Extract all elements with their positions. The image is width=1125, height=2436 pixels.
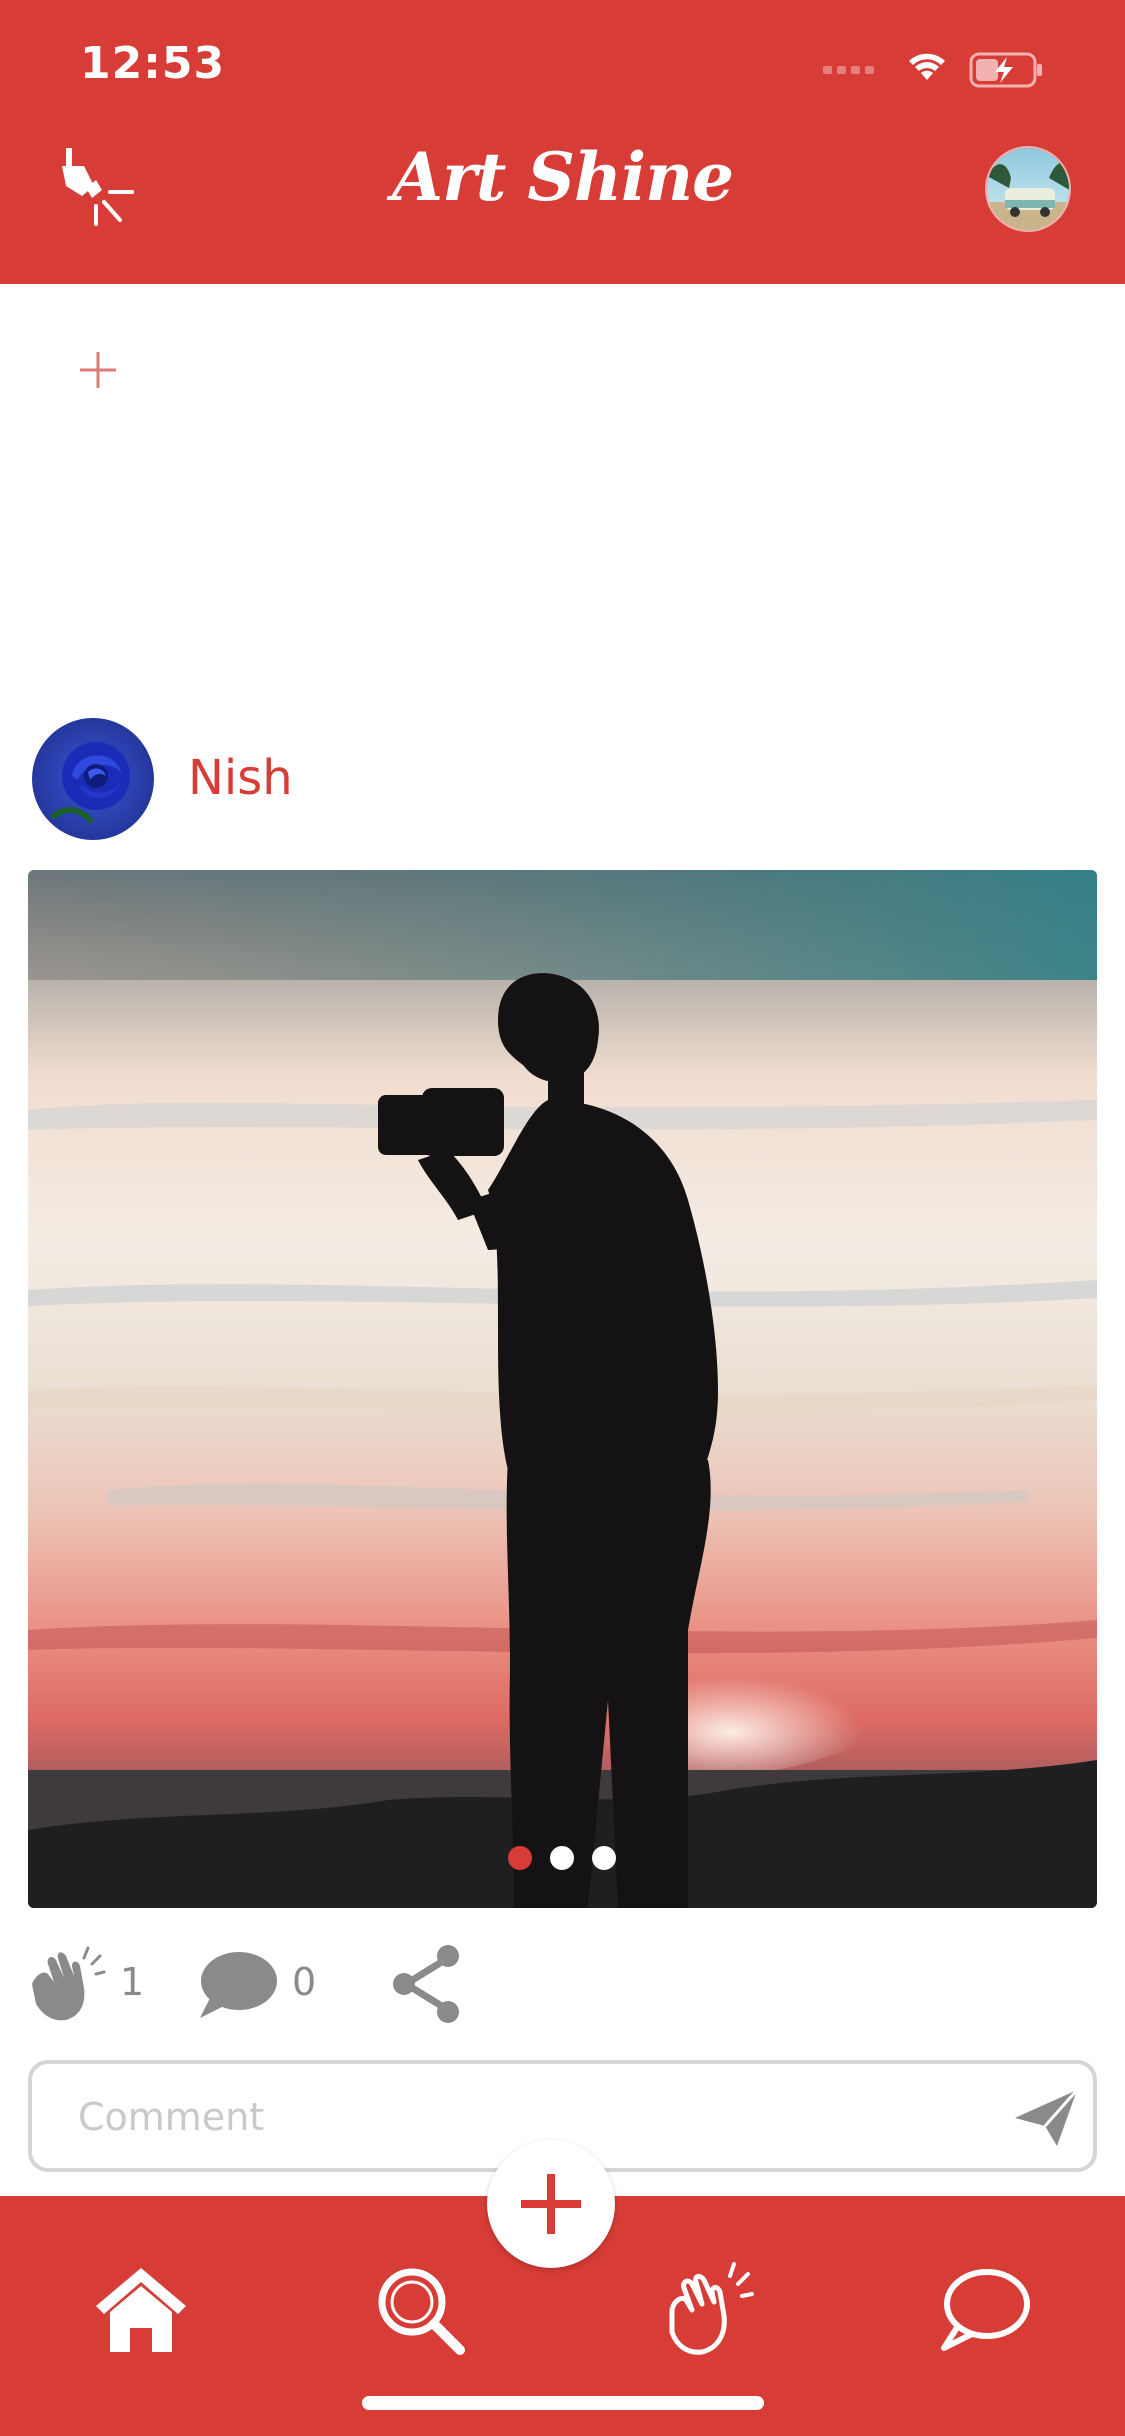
status-time: 12:53 [80,38,226,89]
search-icon[interactable] [364,2254,474,2364]
comment-bubble-icon[interactable] [196,1948,278,2022]
post-image[interactable] [28,870,1097,1908]
app-title: Art Shine [391,138,734,216]
battery-charging-icon [969,52,1042,88]
clap-icon[interactable] [26,1944,106,2024]
image-pagination [0,1844,1125,1872]
share-icon[interactable] [390,1944,464,2024]
send-icon[interactable] [1013,2088,1079,2148]
chat-bubble-icon[interactable] [930,2254,1040,2364]
create-post-button[interactable] [487,2140,615,2268]
status-icons [823,48,1083,92]
wifi-icon [909,53,945,80]
plus-icon [521,2174,581,2234]
post-author-name[interactable]: Nish [188,750,293,806]
profile-avatar[interactable] [985,146,1071,232]
clap-count: 1 [120,1960,145,2004]
add-story-plus-icon[interactable] [78,350,118,390]
home-icon[interactable] [86,2254,196,2364]
pagination-dot-active[interactable] [508,1846,532,1870]
post-author-avatar[interactable] [32,718,154,840]
comment-input[interactable] [76,2086,940,2148]
pagination-dot[interactable] [592,1846,616,1870]
pagination-dot[interactable] [550,1846,574,1870]
app-header: 12:53 Art Shine [0,0,1125,284]
comment-count: 0 [292,1960,317,2004]
cellular-signal-icon [823,66,874,74]
home-indicator [362,2396,764,2410]
clap-nav-icon[interactable] [650,2254,760,2364]
